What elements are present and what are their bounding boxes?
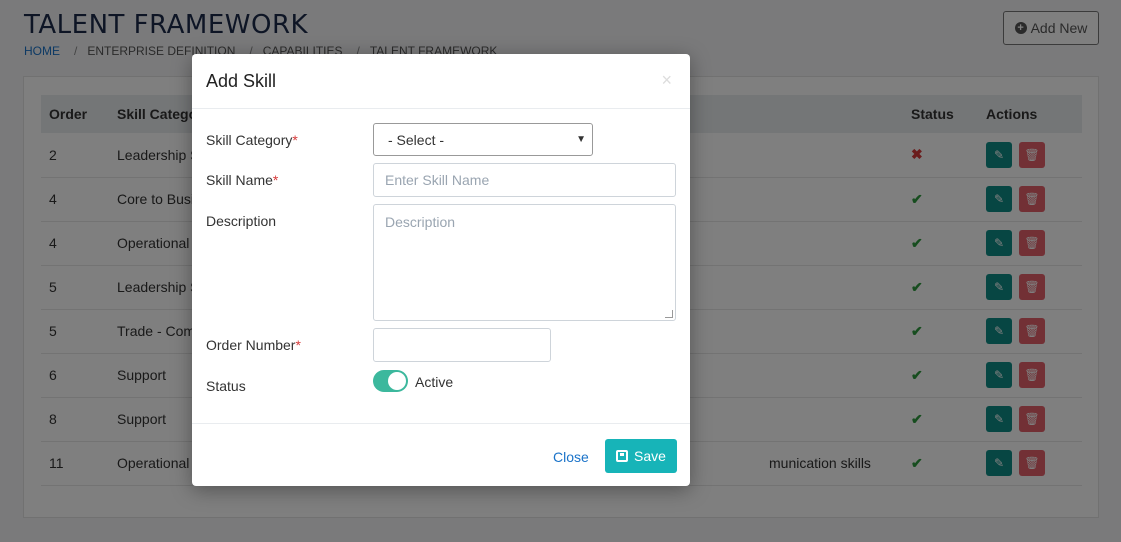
modal-footer: Close Save: [192, 423, 690, 486]
status-toggle[interactable]: [373, 370, 408, 392]
required-mark: *: [292, 132, 298, 148]
skill-name-input[interactable]: Enter Skill Name: [373, 163, 676, 197]
modal-title: Add Skill: [206, 71, 277, 91]
status-label: Status: [206, 378, 246, 394]
skill-category-selected-value: - Select -: [388, 131, 445, 148]
order-number-input[interactable]: [373, 328, 551, 362]
modal-header: Add Skill ×: [192, 54, 690, 109]
required-mark: *: [272, 172, 279, 188]
close-button[interactable]: Close: [553, 449, 589, 465]
skill-name-label: Skill Name*: [206, 172, 278, 188]
skill-name-label-text: Skill Name: [206, 172, 273, 188]
skill-category-label: Skill Category*: [206, 132, 298, 148]
save-button[interactable]: Save: [605, 439, 677, 473]
description-placeholder: Description: [385, 214, 456, 230]
add-skill-modal: Add Skill × Skill Category* - Select - ▼…: [192, 54, 690, 486]
skill-category-select[interactable]: - Select - ▼: [373, 123, 593, 156]
close-icon[interactable]: ×: [661, 70, 672, 91]
save-label: Save: [634, 448, 666, 464]
caret-down-icon: ▼: [576, 134, 586, 145]
description-textarea[interactable]: Description: [373, 204, 676, 321]
resize-handle-icon[interactable]: [665, 310, 673, 318]
order-number-label: Order Number*: [206, 337, 301, 353]
description-label: Description: [206, 213, 277, 229]
required-mark: *: [295, 337, 301, 353]
status-toggle-label: Active: [415, 374, 454, 390]
skill-category-label-text: Skill Category: [206, 132, 293, 148]
toggle-knob: [388, 372, 406, 390]
skill-name-placeholder: Enter Skill Name: [385, 172, 490, 188]
order-number-label-text: Order Number: [206, 337, 296, 353]
floppy-disk-icon: [616, 450, 629, 462]
